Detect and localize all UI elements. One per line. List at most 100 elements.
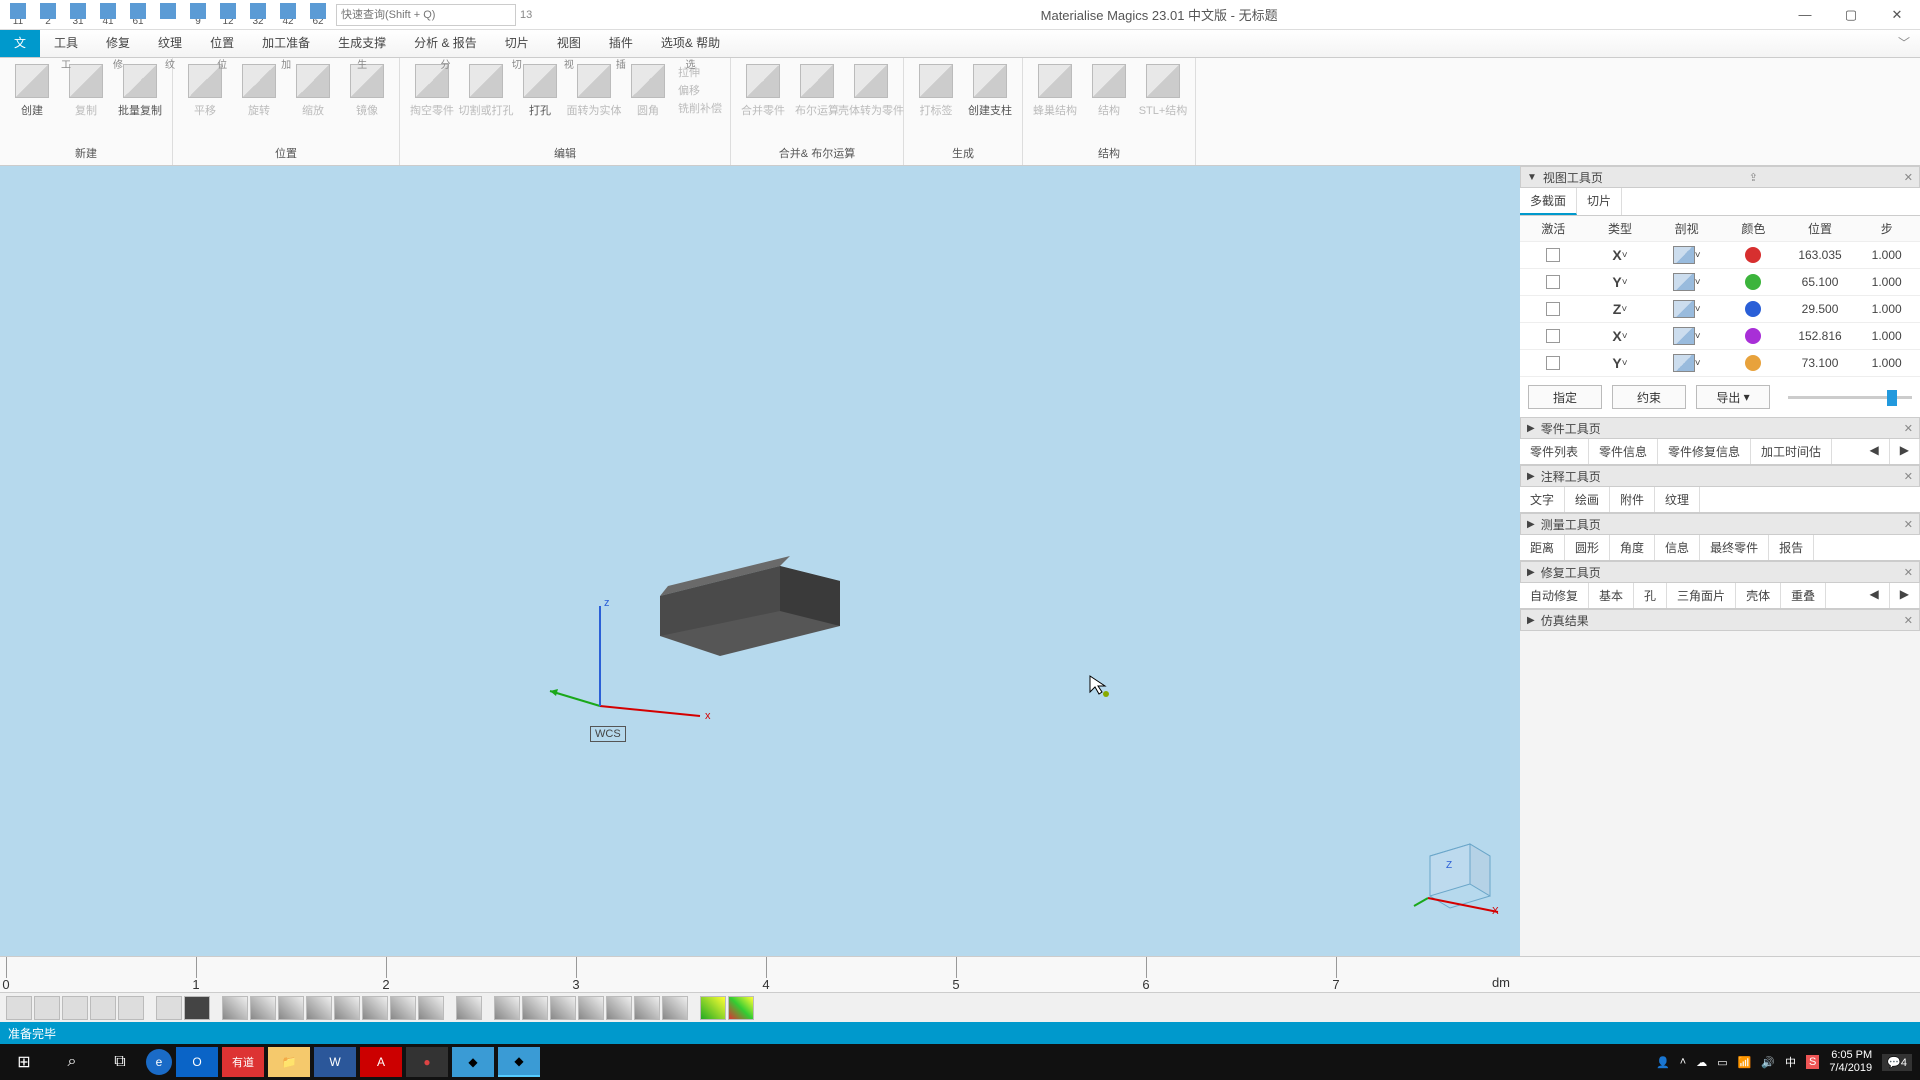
mark-plane-icon[interactable] (522, 996, 548, 1020)
taskbar-app-outlook[interactable]: O (176, 1047, 218, 1077)
qat-item[interactable]: 62 (304, 2, 332, 28)
pan-icon[interactable] (90, 996, 116, 1020)
tab-text[interactable]: 文字 (1520, 487, 1565, 512)
section-axis[interactable]: Y˅ (1587, 269, 1654, 295)
section-step[interactable]: 1.000 (1853, 296, 1920, 322)
section-position[interactable]: 73.100 (1787, 350, 1854, 376)
constrain-button[interactable]: 约束 (1612, 385, 1686, 409)
section-slider[interactable] (1788, 396, 1912, 399)
view-solid-icon[interactable] (184, 996, 210, 1020)
stl-structure-button[interactable]: STL+结构 (1139, 64, 1187, 118)
tab-shell[interactable]: 壳体 (1736, 583, 1781, 608)
section-clip-toggle[interactable]: ˅ (1653, 323, 1720, 349)
ime-sogou-icon[interactable]: S (1806, 1055, 1819, 1069)
section-axis[interactable]: Z˅ (1587, 296, 1654, 322)
panel-header-measure[interactable]: ▶测量工具页✕ (1520, 513, 1920, 535)
ribbon-tab-tools[interactable]: 工具工 (40, 30, 92, 57)
panel-header-part[interactable]: ▶零件工具页✕ (1520, 417, 1920, 439)
qat-item[interactable]: 31 (64, 2, 92, 28)
tab-circle[interactable]: 圆形 (1565, 535, 1610, 560)
merge-parts-button[interactable]: 合并零件 (739, 64, 787, 118)
qat-item[interactable] (154, 2, 182, 28)
select-box-icon[interactable] (334, 996, 360, 1020)
label-button[interactable]: 打标签 (912, 64, 960, 118)
onedrive-icon[interactable]: ☁ (1696, 1056, 1707, 1069)
scroll-right-icon[interactable]: ▶ (1890, 583, 1920, 608)
panel-header-view[interactable]: ▼视图工具页⇪✕ (1520, 166, 1920, 188)
wifi-icon[interactable]: 📶 (1738, 1056, 1752, 1069)
search-button[interactable]: ⌕ (48, 1044, 96, 1080)
section-color[interactable] (1720, 269, 1787, 295)
tab-info[interactable]: 信息 (1655, 535, 1700, 560)
ime-indicator[interactable]: 中 (1785, 1054, 1796, 1070)
panel-header-annot[interactable]: ▶注释工具页✕ (1520, 465, 1920, 487)
section-step[interactable]: 1.000 (1853, 269, 1920, 295)
ribbon-tab-analyze[interactable]: 分析 & 报告分 (400, 30, 491, 57)
close-icon[interactable]: ✕ (1904, 566, 1913, 579)
batch-copy-button[interactable]: 批量复制 (116, 64, 164, 118)
qat-item[interactable]: 12 (214, 2, 242, 28)
tab-final-part[interactable]: 最终零件 (1700, 535, 1769, 560)
taskbar-app-word[interactable]: W (314, 1047, 356, 1077)
mark-all-icon[interactable] (662, 996, 688, 1020)
tab-part-fix-info[interactable]: 零件修复信息 (1658, 439, 1751, 464)
mark-invert-icon[interactable] (634, 996, 660, 1020)
zoom-fit-icon[interactable] (34, 996, 60, 1020)
tri-green-icon[interactable] (700, 996, 726, 1020)
specify-button[interactable]: 指定 (1528, 385, 1602, 409)
select-rect-icon[interactable] (250, 996, 276, 1020)
section-clip-toggle[interactable]: ˅ (1653, 296, 1720, 322)
tab-multisection[interactable]: 多截面 (1520, 188, 1577, 215)
section-active-checkbox[interactable] (1520, 269, 1587, 295)
tab-part-info[interactable]: 零件信息 (1589, 439, 1658, 464)
cut-punch-button[interactable]: 切割或打孔 (462, 64, 510, 118)
tab-overlap[interactable]: 重叠 (1781, 583, 1826, 608)
ribbon-tab-fix[interactable]: 修复修 (92, 30, 144, 57)
shell-to-part-button[interactable]: 壳体转为零件 (847, 64, 895, 118)
tab-slice[interactable]: 切片 (1577, 188, 1622, 215)
close-icon[interactable]: ✕ (1904, 470, 1913, 483)
qat-item[interactable]: 2 (34, 2, 62, 28)
close-button[interactable]: ✕ (1874, 1, 1920, 29)
zoom-in-icon[interactable] (6, 996, 32, 1020)
quick-search-input[interactable] (336, 4, 516, 26)
create-strut-button[interactable]: 创建支柱 (966, 64, 1014, 118)
qat-item[interactable]: 61 (124, 2, 152, 28)
ribbon-tab-position[interactable]: 位置位 (196, 30, 248, 57)
ribbon-tab-view[interactable]: 视图视 (543, 30, 595, 57)
copy-button[interactable]: 复制 (62, 64, 110, 118)
taskbar-app-magics2[interactable]: ◆ (498, 1047, 540, 1077)
section-active-checkbox[interactable] (1520, 323, 1587, 349)
mark-edge-icon[interactable] (550, 996, 576, 1020)
fillet-button[interactable]: 圆角 (624, 64, 672, 118)
hollow-button[interactable]: 掏空零件 (408, 64, 456, 118)
offset-button[interactable]: 偏移 (678, 82, 722, 98)
face-to-solid-button[interactable]: 面转为实体 (570, 64, 618, 118)
section-step[interactable]: 1.000 (1853, 242, 1920, 268)
ribbon-tab-build-prep[interactable]: 加工准备加 (248, 30, 324, 57)
section-axis[interactable]: Y˅ (1587, 350, 1654, 376)
mark-connected-icon[interactable] (606, 996, 632, 1020)
select-free-icon[interactable] (278, 996, 304, 1020)
ribbon-collapse-icon[interactable]: ﹀ (1888, 30, 1920, 57)
tab-part-list[interactable]: 零件列表 (1520, 439, 1589, 464)
ribbon-tab-plugin[interactable]: 插件插 (595, 30, 647, 57)
clock[interactable]: 6:05 PM 7/4/2019 (1829, 1049, 1872, 1075)
orientation-cube[interactable]: X Z (1410, 826, 1500, 916)
section-color[interactable] (1720, 350, 1787, 376)
qat-item[interactable]: 11 (4, 2, 32, 28)
qat-item[interactable]: 41 (94, 2, 122, 28)
rotate-icon[interactable] (118, 996, 144, 1020)
scale-button[interactable]: 缩放 (289, 64, 337, 118)
select-brush-icon[interactable] (418, 996, 444, 1020)
mark-shell-icon[interactable] (578, 996, 604, 1020)
qat-item[interactable]: 9 (184, 2, 212, 28)
section-color[interactable] (1720, 242, 1787, 268)
view-iso-icon[interactable] (156, 996, 182, 1020)
boolean-button[interactable]: 布尔运算 (793, 64, 841, 118)
notification-icon[interactable]: 💬4 (1882, 1054, 1912, 1071)
tray-expand-icon[interactable]: ˄ (1680, 1056, 1686, 1068)
section-step[interactable]: 1.000 (1853, 323, 1920, 349)
qat-item[interactable]: 32 (244, 2, 272, 28)
ribbon-tab-slice[interactable]: 切片切 (491, 30, 543, 57)
